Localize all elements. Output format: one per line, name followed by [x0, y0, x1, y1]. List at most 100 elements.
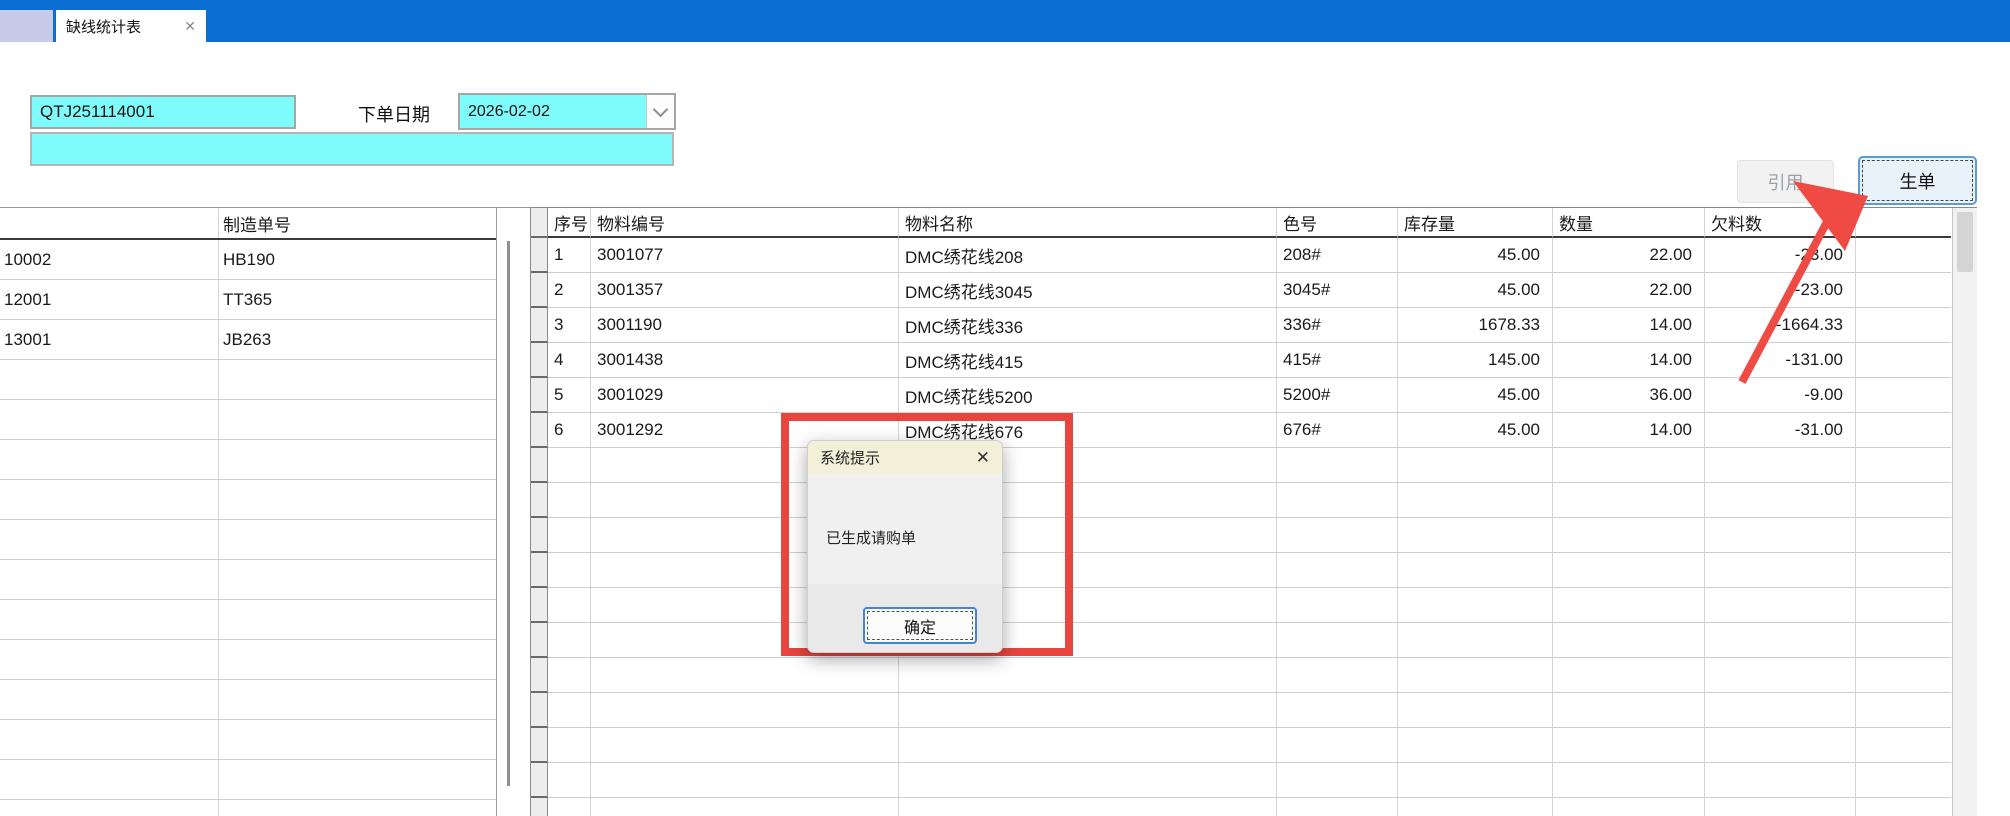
cell: [1856, 588, 1951, 623]
empty-row: [0, 720, 496, 760]
cell: 22.00: [1553, 273, 1705, 308]
cell: [1705, 798, 1856, 816]
cell: [591, 798, 899, 816]
column-header: 色号: [1277, 208, 1398, 238]
empty-row: [531, 763, 1976, 798]
cell: [0, 680, 219, 719]
cell: 45.00: [1398, 238, 1553, 273]
column-header: 欠料数: [1705, 208, 1856, 238]
system-prompt-dialog: 系统提示 ✕ 已生成请购单 确定: [807, 440, 1003, 653]
cell: [591, 658, 899, 693]
date-dropdown-button[interactable]: [646, 95, 674, 128]
cell: [1856, 798, 1951, 816]
cell: [1398, 658, 1553, 693]
row-header-cell: [531, 588, 548, 623]
cell: [0, 480, 219, 519]
cell: 45.00: [1398, 413, 1553, 448]
table-row[interactable]: 53001029DMC绣花线52005200#45.0036.00-9.00: [531, 378, 1976, 413]
cell: 4: [548, 343, 591, 378]
cell: -23.00: [1705, 238, 1856, 273]
row-header-cell: [531, 798, 548, 816]
cell: [1277, 728, 1398, 763]
row-header-cell: [531, 308, 548, 343]
cell: DMC绣花线415: [899, 343, 1277, 378]
inactive-tab-stub[interactable]: [0, 10, 53, 42]
tab-title: 缺线统计表: [66, 16, 141, 37]
table-row[interactable]: 33001190DMC绣花线336336#1678.3314.00-1664.3…: [531, 308, 1976, 343]
cell: [1856, 238, 1951, 273]
cell: [1705, 658, 1856, 693]
table-row[interactable]: 63001292DMC绣花线676676#45.0014.00-31.00: [531, 413, 1976, 448]
column-header: 数量: [1553, 208, 1705, 238]
order-date-combo[interactable]: 2026-02-02: [458, 93, 676, 130]
cell: [1705, 588, 1856, 623]
generate-order-button[interactable]: 生单: [1858, 156, 1977, 205]
cell: [548, 763, 591, 798]
secondary-input[interactable]: [30, 132, 674, 166]
tab-missing-thread-report[interactable]: 缺线统计表 ✕: [56, 10, 206, 42]
cell: [1705, 763, 1856, 798]
scrollbar-thumb[interactable]: [1957, 212, 1973, 272]
scrollbar-thumb[interactable]: [507, 241, 510, 786]
cell: [1856, 448, 1951, 483]
cell: 3001190: [591, 308, 899, 343]
cell: [548, 483, 591, 518]
cell: [1277, 658, 1398, 693]
cell: [1856, 728, 1951, 763]
dialog-title-bar: 系统提示 ✕: [808, 441, 1002, 474]
cell: [1398, 728, 1553, 763]
cell: [1856, 413, 1951, 448]
dialog-close-icon[interactable]: ✕: [976, 448, 990, 468]
cell: 415#: [1277, 343, 1398, 378]
cell: 3001438: [591, 343, 899, 378]
row-header-cell: [531, 448, 548, 483]
table-row[interactable]: 43001438DMC绣花线415415#145.0014.00-131.00: [531, 343, 1976, 378]
cell: DMC绣花线5200: [899, 378, 1277, 413]
cell: [548, 693, 591, 728]
row-header-cell: [531, 763, 548, 798]
left-table-scrollbar[interactable]: [497, 207, 530, 816]
cell: [1856, 553, 1951, 588]
empty-row: [0, 640, 496, 680]
cell: [219, 400, 496, 439]
empty-row: [531, 518, 1976, 553]
cell: 5: [548, 378, 591, 413]
cell: 208#: [1277, 238, 1398, 273]
table-row[interactable]: 12001TT365: [0, 280, 496, 320]
cell: [1277, 588, 1398, 623]
empty-row: [0, 760, 496, 800]
cell: [0, 800, 219, 816]
table-row[interactable]: 13001077DMC绣花线208208#45.0022.00-23.00: [531, 238, 1976, 273]
cell: 3001357: [591, 273, 899, 308]
cell: [0, 720, 219, 759]
cell: [548, 518, 591, 553]
right-table-scrollbar[interactable]: [1952, 208, 1977, 816]
empty-row: [531, 623, 1976, 658]
dialog-title: 系统提示: [820, 447, 880, 468]
cell: [0, 600, 219, 639]
cell: 制造单号: [219, 208, 496, 238]
tab-close-icon[interactable]: ✕: [184, 18, 196, 35]
table-row[interactable]: 23001357DMC绣花线30453045#45.0022.00-23.00: [531, 273, 1976, 308]
row-header-cell: [531, 238, 548, 273]
cell: [548, 588, 591, 623]
row-header-cell: [531, 658, 548, 693]
dialog-ok-button[interactable]: 确定: [863, 607, 977, 644]
table-row[interactable]: 10002HB190: [0, 240, 496, 280]
cell: [548, 728, 591, 763]
tab-bar: 缺线统计表 ✕: [0, 0, 2010, 42]
reference-button[interactable]: 引用: [1737, 160, 1834, 203]
cell: [899, 658, 1277, 693]
order-no-input[interactable]: [30, 95, 296, 129]
cell: [0, 400, 219, 439]
cell: [548, 553, 591, 588]
table-row[interactable]: 13001JB263: [0, 320, 496, 360]
cell: 1: [548, 238, 591, 273]
empty-row: [0, 600, 496, 640]
empty-row: [0, 680, 496, 720]
cell: 45.00: [1398, 273, 1553, 308]
empty-row: [531, 588, 1976, 623]
cell: -23.00: [1705, 273, 1856, 308]
cell: [1856, 483, 1951, 518]
cell: DMC绣花线208: [899, 238, 1277, 273]
